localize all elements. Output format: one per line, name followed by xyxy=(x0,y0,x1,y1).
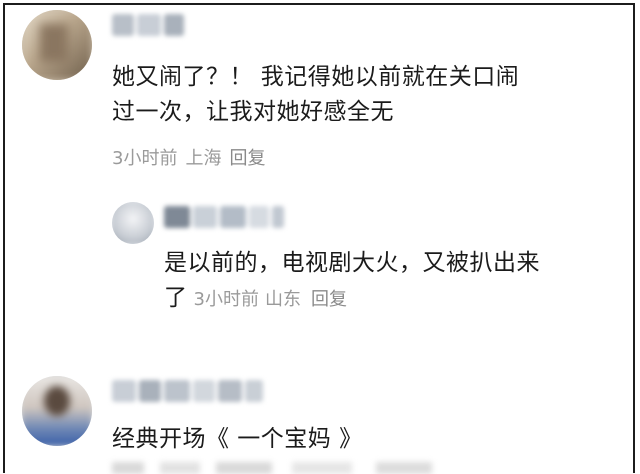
username-blurred[interactable] xyxy=(112,380,266,402)
comment-meta: 3小时前 上海 回复 xyxy=(112,144,273,170)
avatar[interactable] xyxy=(22,376,92,446)
comment-location: 山东 xyxy=(264,289,301,310)
reply-text: 是以前的，电视剧大火，又被扒出来 了 3小时前 山东 回复 xyxy=(164,246,624,317)
comment-line: 是以前的，电视剧大火，又被扒出来 xyxy=(164,250,540,276)
comment-line: 了 3小时前 山东 回复 xyxy=(164,281,624,317)
comment-time: 3小时前 xyxy=(193,289,259,310)
comment-text: 她又闹了？！ 我记得她以前就在关口闹 过一次，让我对她好感全无 xyxy=(112,60,622,130)
username-blurred[interactable] xyxy=(164,206,287,228)
comment-line: 经典开场《 一个宝妈 》 xyxy=(112,426,363,452)
comment-location: 上海 xyxy=(185,148,222,169)
comment-meta: 3小时前 山东 回复 xyxy=(188,289,347,310)
reply-button[interactable]: 回复 xyxy=(311,289,347,310)
next-meta-blurred xyxy=(112,462,512,474)
avatar[interactable] xyxy=(22,10,92,80)
comment-line: 她又闹了？！ 我记得她以前就在关口闹 xyxy=(112,64,520,90)
reply-button[interactable]: 回复 xyxy=(229,148,265,169)
username-blurred[interactable] xyxy=(112,14,187,36)
comment-text: 经典开场《 一个宝妈 》 xyxy=(112,422,622,457)
comment-line: 过一次，让我对她好感全无 xyxy=(112,99,394,125)
avatar[interactable] xyxy=(112,202,154,244)
comment-line-tail: 了 xyxy=(164,285,188,311)
comment-time: 3小时前 xyxy=(112,148,178,169)
